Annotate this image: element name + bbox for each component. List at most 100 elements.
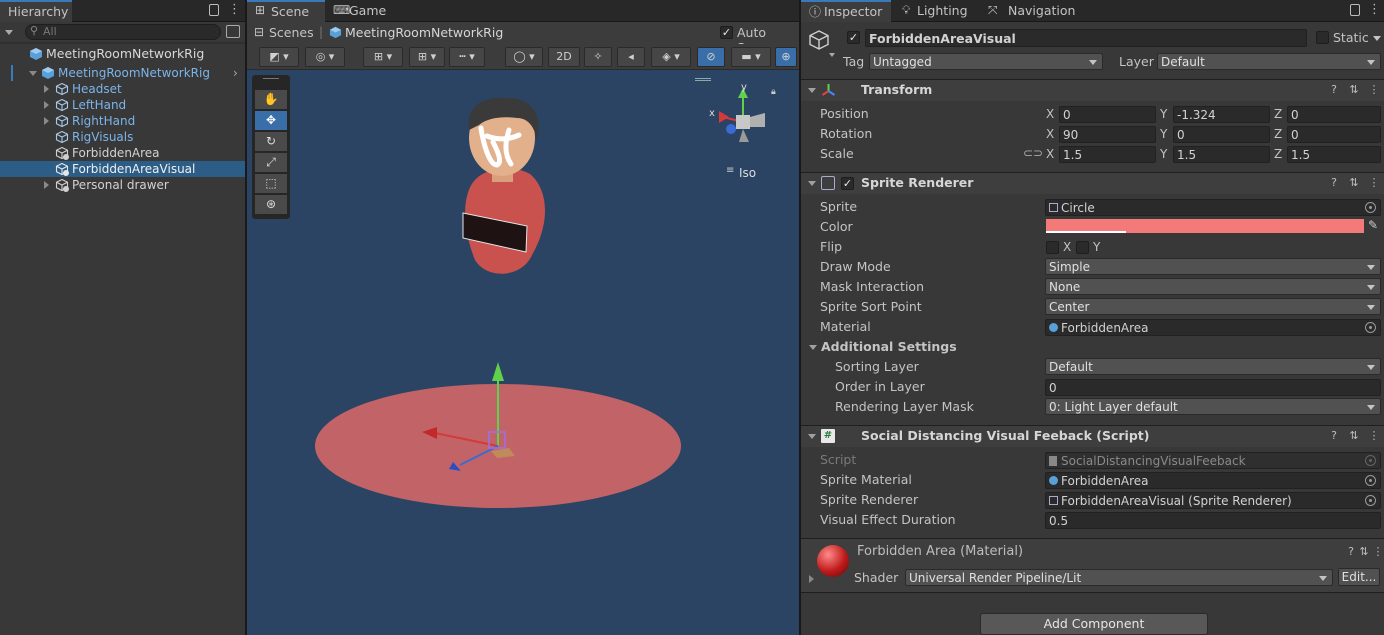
fold-arrow-icon[interactable] (808, 88, 816, 93)
object-picker-icon[interactable] (1365, 475, 1376, 486)
expand-arrow-icon[interactable] (44, 101, 49, 109)
active-checkbox[interactable]: ✓ (847, 31, 860, 44)
object-picker-icon[interactable] (1365, 202, 1376, 213)
visual-effect-duration-field[interactable]: 0.5 (1045, 512, 1381, 529)
ruler-dropdown[interactable]: ┅ ▾ (449, 47, 485, 67)
axis-x-label[interactable]: X (1046, 106, 1054, 123)
position-z-field[interactable]: 0 (1287, 106, 1381, 123)
layer-dropdown[interactable]: Default (1157, 53, 1381, 70)
axis-x-label[interactable]: X (1046, 146, 1054, 163)
panel-divider[interactable] (799, 0, 801, 635)
order-in-layer-field[interactable]: 0 (1045, 379, 1381, 396)
breadcrumb-prefab[interactable]: MeetingRoomNetworkRig (345, 25, 503, 40)
axis-x-label[interactable]: X (1046, 126, 1054, 143)
fold-arrow-icon[interactable] (809, 345, 817, 350)
eyedropper-icon[interactable]: ✎ (1368, 218, 1378, 232)
grid-snap-dropdown[interactable]: ⊞ ▾ (363, 47, 403, 67)
help-icon[interactable]: ? (1344, 545, 1358, 559)
tag-dropdown[interactable]: Untagged (869, 53, 1103, 70)
effects-dropdown[interactable]: ◈ ▾ (651, 47, 691, 67)
create-dropdown-icon[interactable] (5, 30, 13, 35)
hidden-objects-toggle-icon[interactable]: ⊘ (697, 47, 725, 67)
iso-label[interactable]: Iso (739, 166, 756, 180)
scale-z-field[interactable]: 1.5 (1287, 146, 1381, 163)
component-menu-icon[interactable]: ⋮ (1367, 429, 1381, 443)
fold-arrow-icon[interactable] (809, 575, 814, 583)
shader-dropdown[interactable]: Universal Render Pipeline/Lit (905, 569, 1333, 586)
icon-dropdown-arrow[interactable] (829, 53, 835, 57)
scene-viewport[interactable]: ✋ ✥ ↻ ⤢ ⬚ ⊛ y x 🔒︎ ≡ Iso (247, 70, 799, 635)
hierarchy-item-headset[interactable]: Headset (0, 81, 245, 97)
static-checkbox[interactable] (1316, 31, 1329, 44)
menu-icon[interactable]: ⋮ (228, 3, 241, 16)
position-y-field[interactable]: -1.324 (1173, 106, 1270, 123)
add-component-button[interactable]: Add Component (980, 613, 1208, 635)
rendering-layer-mask-dropdown[interactable]: 0: Light Layer default (1045, 398, 1381, 415)
rotation-y-field[interactable]: 0 (1173, 126, 1270, 143)
hierarchy-item-forbiddenareavisual[interactable]: ForbiddenAreaVisual (0, 161, 245, 177)
hierarchy-item-personal-drawer[interactable]: Personal drawer (0, 177, 245, 193)
filter-icon[interactable] (226, 25, 240, 38)
object-picker-icon[interactable] (1365, 322, 1376, 333)
hierarchy-item-rig[interactable]: MeetingRoomNetworkRig › (0, 65, 245, 81)
component-menu-icon[interactable]: ⋮ (1371, 545, 1384, 559)
sorting-layer-dropdown[interactable]: Default (1045, 358, 1381, 375)
static-dropdown-arrow[interactable] (1373, 36, 1381, 41)
search-input[interactable]: ⚲ All (25, 24, 221, 40)
component-menu-icon[interactable]: ⋮ (1367, 83, 1381, 97)
panel-divider[interactable] (245, 0, 247, 635)
axis-y-label[interactable]: Y (1160, 146, 1167, 163)
component-menu-icon[interactable]: ⋮ (1367, 176, 1381, 190)
transform-tool-icon[interactable]: ⊛ (255, 195, 287, 214)
axis-z-label[interactable]: Z (1274, 126, 1282, 143)
axis-y-label[interactable]: Y (1160, 106, 1167, 123)
camera-dropdown[interactable]: ▬ ▾ (731, 47, 771, 67)
hierarchy-item-forbiddenarea[interactable]: ForbiddenArea (0, 145, 245, 161)
sprite-material-field[interactable]: ForbiddenArea (1045, 472, 1381, 489)
object-picker-icon[interactable] (1365, 495, 1376, 506)
rotation-z-field[interactable]: 0 (1287, 126, 1381, 143)
axis-z-label[interactable]: Z (1274, 106, 1282, 123)
expand-arrow-icon[interactable] (29, 71, 37, 76)
preset-icon[interactable]: ⇅ (1347, 429, 1361, 443)
increment-snap-dropdown[interactable]: ⊞ ▾ (409, 47, 445, 67)
rect-tool-icon[interactable]: ⬚ (255, 174, 287, 193)
hierarchy-item-lefthand[interactable]: LeftHand (0, 97, 245, 113)
flip-x-checkbox[interactable] (1046, 241, 1059, 254)
scale-x-field[interactable]: 1.5 (1059, 146, 1156, 163)
hand-tool-icon[interactable]: ✋ (255, 90, 287, 109)
script-sprite-renderer-field[interactable]: ForbiddenAreaVisual (Sprite Renderer) (1045, 492, 1381, 509)
sprite-renderer-enabled-checkbox[interactable]: ✓ (841, 177, 854, 190)
sprite-sort-point-dropdown[interactable]: Center (1045, 298, 1381, 315)
help-icon[interactable]: ? (1327, 176, 1341, 190)
lock-icon[interactable] (209, 4, 219, 16)
gizmos-toggle-icon[interactable]: ⊕ (775, 47, 797, 67)
script-header[interactable]: # Social Distancing Visual Feeback (Scri… (801, 425, 1384, 447)
tab-hierarchy[interactable]: Hierarchy (0, 0, 72, 22)
color-swatch[interactable] (1046, 219, 1364, 233)
globe-dropdown[interactable]: ◎ ▾ (305, 47, 345, 67)
link-icon[interactable]: ⊂⊃ (1023, 146, 1043, 160)
fold-arrow-icon[interactable] (808, 181, 816, 186)
gizmo-lock-icon[interactable]: 🔒︎ (771, 87, 776, 97)
audio-toggle-icon[interactable]: ◂ (617, 47, 645, 67)
rotate-tool-icon[interactable]: ↻ (255, 132, 287, 151)
preset-icon[interactable]: ⇅ (1347, 176, 1361, 190)
menu-icon[interactable]: ⋮ (1368, 3, 1381, 16)
draw-mode-dropdown[interactable]: Simple (1045, 258, 1381, 275)
material-field[interactable]: ForbiddenArea (1045, 319, 1381, 336)
preset-icon[interactable]: ⇅ (1347, 83, 1361, 97)
lighting-toggle-icon[interactable]: ✧ (584, 47, 612, 67)
chevron-right-icon[interactable]: › (233, 65, 238, 81)
transform-header[interactable]: Transform ? ⇅ ⋮ (801, 79, 1384, 101)
expand-arrow-icon[interactable] (44, 181, 49, 189)
flip-y-checkbox[interactable] (1076, 241, 1089, 254)
lock-icon[interactable] (1350, 4, 1360, 16)
sprite-renderer-header[interactable]: ✓ Sprite Renderer ? ⇅ ⋮ (801, 172, 1384, 194)
shading-mode-dropdown[interactable]: ◯ ▾ (505, 47, 543, 67)
scene-root-row[interactable]: MeetingRoomNetworkRig (0, 45, 245, 63)
expand-arrow-icon[interactable] (44, 85, 49, 93)
fold-arrow-icon[interactable] (808, 434, 816, 439)
position-x-field[interactable]: 0 (1059, 106, 1156, 123)
rotation-x-field[interactable]: 90 (1059, 126, 1156, 143)
